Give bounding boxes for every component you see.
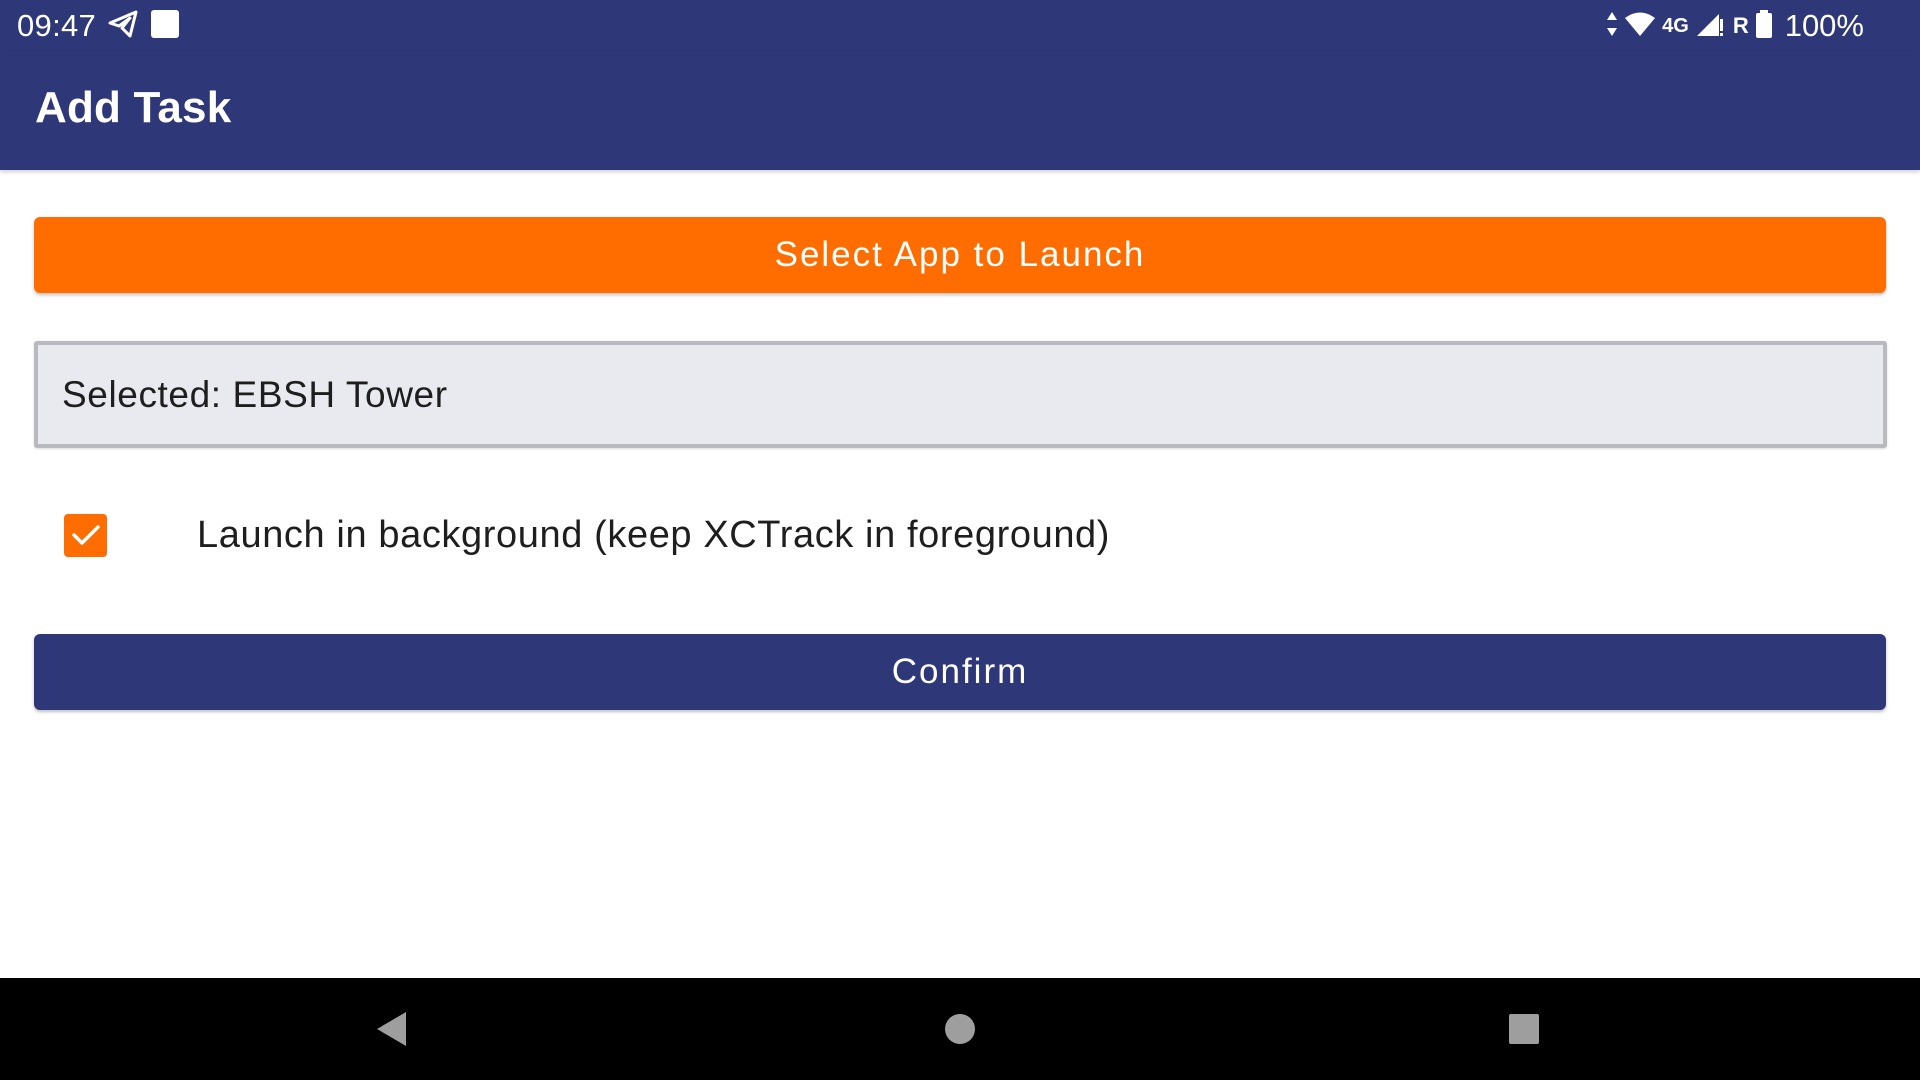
status-bar: 09:47 4G R 100% [0,0,1920,52]
status-time: 09:47 [17,8,97,43]
data-arrows-icon [1606,11,1618,42]
back-icon [377,1012,406,1046]
confirm-button[interactable]: Confirm [34,634,1886,710]
screen: 09:47 4G R 100% Add Task Select App to L… [0,0,1920,1080]
launch-background-option[interactable]: Launch in background (keep XCTrack in fo… [64,505,1110,565]
selected-app-text: Selected: EBSH Tower [62,373,448,415]
wifi-icon [1624,11,1656,42]
battery-percent: 100% [1784,8,1864,43]
back-button[interactable] [364,1002,418,1056]
notification-square-icon [150,9,180,44]
roaming-indicator: R [1732,13,1749,38]
recents-button[interactable] [1497,1002,1551,1056]
app-bar: Add Task [0,52,1920,170]
status-left: 09:47 [17,8,180,44]
selected-app-field: Selected: EBSH Tower [34,341,1887,448]
launch-background-checkbox[interactable] [64,513,107,557]
recents-icon [1509,1014,1539,1044]
launch-background-label[interactable]: Launch in background (keep XCTrack in fo… [197,514,1110,557]
select-app-button[interactable]: Select App to Launch [34,217,1886,293]
page-title: Add Task [35,83,232,132]
home-icon [945,1014,975,1044]
navigation-bar [0,978,1920,1080]
signal-icon [1695,11,1723,42]
telegram-icon [108,10,138,43]
network-type: 4G [1662,14,1689,37]
home-button[interactable] [933,1002,987,1056]
checkmark-icon [71,525,100,545]
battery-icon [1755,9,1773,44]
status-right: 4G R 100% [1606,8,1864,44]
